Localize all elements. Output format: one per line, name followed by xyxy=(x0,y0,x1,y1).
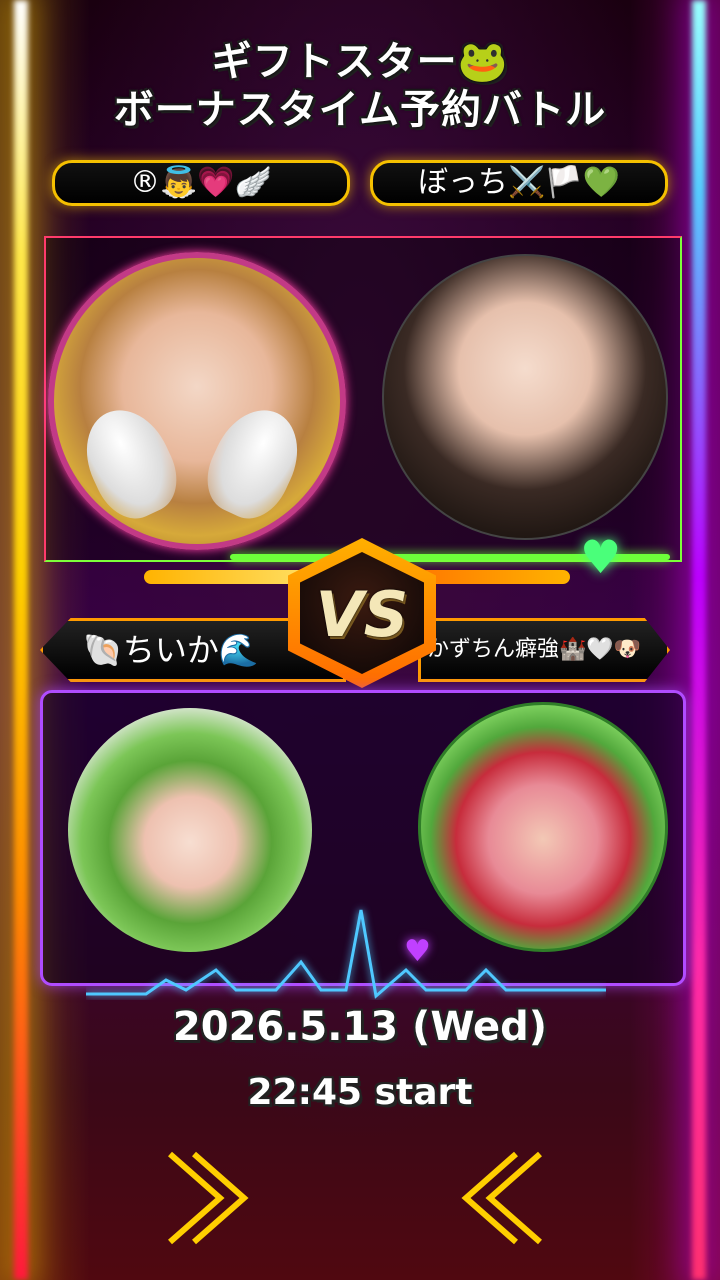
top-left-name-pill: ®👼💗🪽 xyxy=(52,160,350,206)
chevron-right-icon[interactable] xyxy=(160,1150,250,1246)
orange-accent-bar xyxy=(420,570,570,584)
title-line-1: ギフトスター🐸 xyxy=(211,39,509,85)
battle-start-time: 22:45 start xyxy=(247,1072,473,1113)
heart-icon: ♥ xyxy=(404,934,431,969)
top-right-avatar[interactable] xyxy=(382,254,668,540)
vs-right-name-banner: かずちん癖強🏰🤍🐶🦔 xyxy=(418,618,670,682)
heart-icon: ♥ xyxy=(580,530,622,584)
top-right-name-pill: ぼっち⚔️🏳️💚 xyxy=(370,160,668,206)
page-title: ギフトスター🐸 ボーナスタイム予約バトル xyxy=(0,38,720,134)
battle-date: 2026.5.13 (Wed) xyxy=(172,1004,548,1050)
top-left-avatar[interactable] xyxy=(48,252,346,550)
title-line-2: ボーナスタイム予約バトル xyxy=(113,87,607,133)
angel-wings-icon xyxy=(194,396,314,530)
heartbeat-line-icon xyxy=(86,909,606,999)
chevron-left-icon[interactable] xyxy=(460,1150,550,1246)
vs-label: VS xyxy=(315,578,409,651)
